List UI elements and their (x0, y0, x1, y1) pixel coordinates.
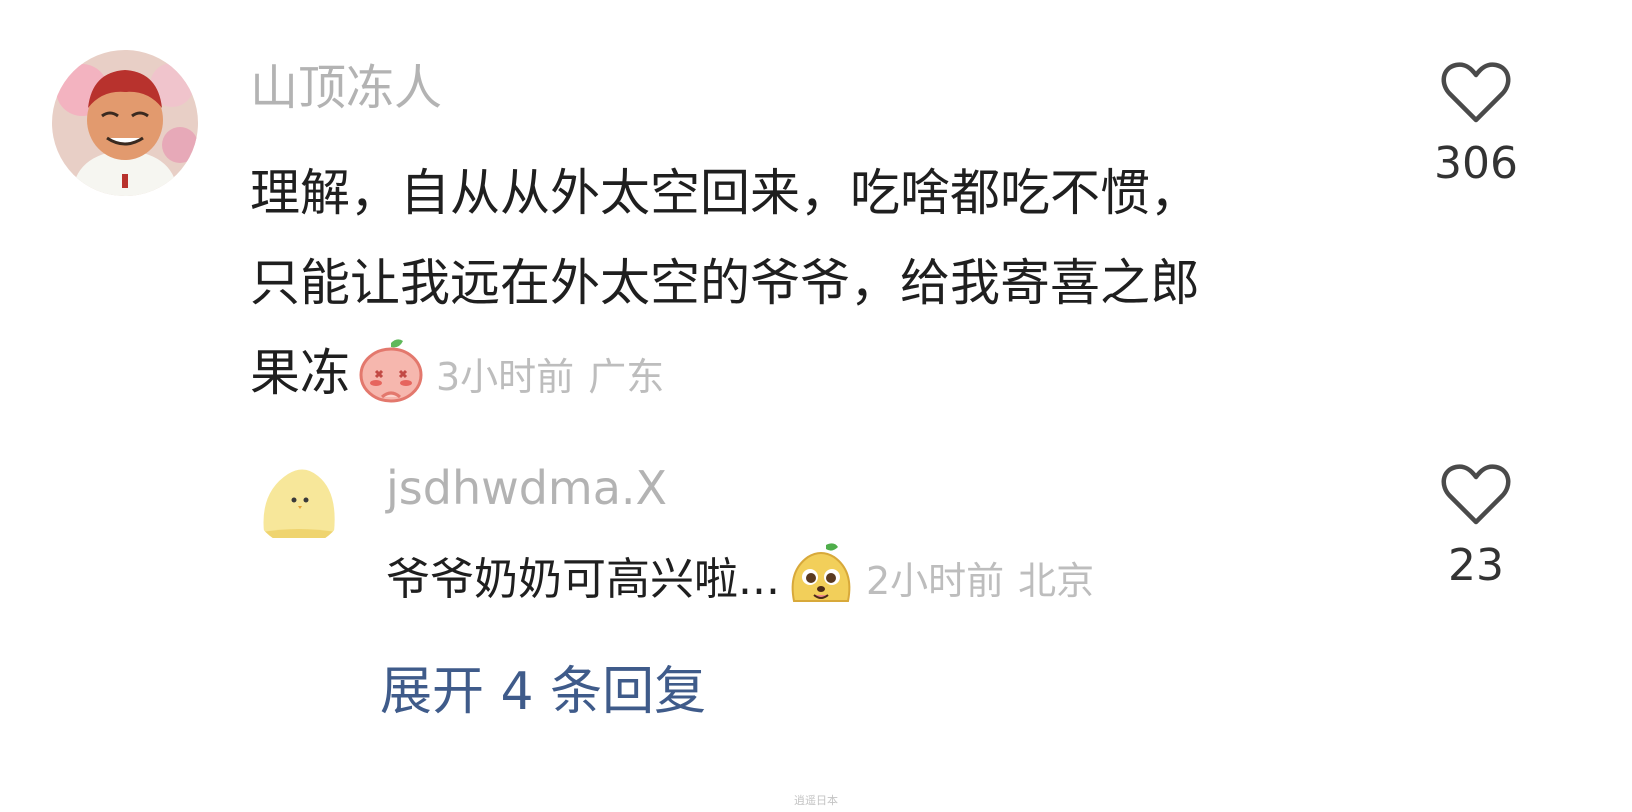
reply-avatar[interactable] (252, 452, 346, 546)
reply-meta: 2小时前 北京 (866, 559, 1094, 603)
expand-replies-link[interactable]: 展开 4 条回复 (380, 656, 706, 728)
comment-avatar[interactable] (52, 50, 198, 196)
comment-like-button[interactable]: 306 (1416, 60, 1536, 189)
peach-blushing-emoji (356, 338, 426, 403)
comment-text-line: 理解，自从从外太空回来，吃啥都吃不惯， (250, 164, 1200, 222)
reply-location: 北京 (1018, 559, 1095, 603)
comment-text-line: 只能让我远在外太空的爷爷，给我寄喜之郎 (250, 254, 1200, 312)
heart-outline-icon[interactable] (1416, 462, 1536, 526)
comment-location: 广东 (588, 355, 665, 399)
reply-like-button[interactable]: 23 (1416, 462, 1536, 591)
reply-text-content: 爷爷奶奶可高兴啦... (386, 554, 780, 605)
watermark: 逍遥日本 (794, 794, 838, 807)
comment-text-last-line: 果冻 3小时前 广东 (250, 328, 1200, 422)
reply-username[interactable]: jsdhwdma.X (386, 458, 667, 518)
yellow-pear-dog-emoji (786, 541, 856, 611)
comment-meta: 3小时前 广东 (436, 355, 664, 399)
reply-text: 爷爷奶奶可高兴啦... 2小时前 北京 (386, 540, 1094, 621)
comment-text: 理解，自从从外太空回来，吃啥都吃不惯， 只能让我远在外太空的爷爷，给我寄喜之郎 … (250, 148, 1200, 422)
reply-text-line: 爷爷奶奶可高兴啦... 2小时前 北京 (386, 540, 1094, 621)
comment-username[interactable]: 山顶冻人 (250, 58, 442, 118)
comment-like-count: 306 (1434, 138, 1518, 189)
reply-time: 2小时前 (865, 559, 1005, 603)
heart-outline-icon[interactable] (1416, 60, 1536, 124)
comment-text-line: 果冻 (250, 344, 350, 402)
reply-like-count: 23 (1448, 540, 1504, 591)
comment-time: 3小时前 (436, 355, 575, 399)
